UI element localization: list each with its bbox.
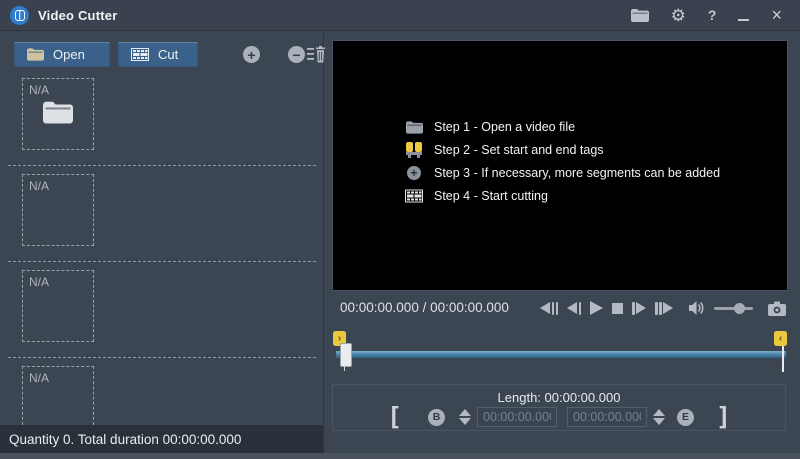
start-time-input[interactable] [477,407,557,427]
segment-label: N/A [29,179,49,193]
add-segment-button[interactable]: + [243,46,260,63]
segment-divider [8,261,316,262]
end-time-input[interactable] [567,407,647,427]
status-bar: Quantity 0. Total duration 00:00:00.000 [0,425,323,453]
segment-label: N/A [29,275,49,289]
settings-gear-icon[interactable]: ⚙ [671,7,686,24]
step-back-keyframe-button[interactable] [540,301,558,315]
volume-slider[interactable] [714,301,753,315]
volume-slider-knob[interactable] [734,303,745,314]
segment-item-4[interactable]: N/A [22,366,94,425]
film-icon [131,48,149,61]
plus-icon: + [247,48,255,62]
step-1: Step 1 - Open a video file [405,119,720,135]
film-icon [405,188,423,204]
folder-icon [405,119,423,135]
segment-divider [8,357,316,358]
step-back-frame-button[interactable] [567,301,581,315]
segment-item-3[interactable]: N/A [22,270,94,342]
begin-badge[interactable]: B [428,409,445,426]
start-time-stepper[interactable] [459,409,471,425]
end-badge-label: E [682,411,689,423]
end-position-line [782,346,784,372]
segment-label: N/A [29,371,49,385]
segment-item-2[interactable]: N/A [22,174,94,246]
step-text: Step 2 - Set start and end tags [434,143,604,157]
segment-label: N/A [29,83,49,97]
playback-time: 00:00:00.000 / 00:00:00.000 [340,300,509,315]
end-tag-marker[interactable]: ‹ [774,331,787,346]
camera-icon [768,301,786,316]
close-bracket: ] [716,407,731,427]
open-button-label: Open [53,47,85,62]
step-3: + Step 3 - If necessary, more segments c… [405,165,720,181]
tags-icon [405,142,423,158]
clear-list-button[interactable] [307,46,325,68]
segment-divider [8,165,316,166]
video-display: Step 1 - Open a video file Step 2 - Set … [332,40,788,291]
step-4: Step 4 - Start cutting [405,188,720,204]
spin-down-icon [459,418,471,425]
folder-icon [43,101,73,129]
spin-down-icon [653,418,665,425]
cut-button[interactable]: Cut [118,42,198,67]
stop-button[interactable] [612,301,623,315]
end-badge[interactable]: E [677,409,694,426]
step-text: Step 4 - Start cutting [434,189,548,203]
step-forward-keyframe-button[interactable] [655,301,673,315]
seek-track[interactable] [336,351,786,358]
start-tag-arrow: › [338,334,341,344]
folder-icon [27,48,44,61]
begin-badge-label: B [433,411,441,423]
step-2: Step 2 - Set start and end tags [405,142,720,158]
remove-segment-button[interactable]: − [288,46,305,63]
title-bar: Video Cutter ⚙ ? × [0,0,800,31]
snapshot-button[interactable] [768,301,786,315]
end-tag-arrow: ‹ [779,334,782,344]
seek-thumb[interactable] [340,343,352,367]
minus-icon: − [292,48,300,62]
volume-icon[interactable] [688,301,705,315]
titlebar-actions: ⚙ ? × [631,6,800,24]
spin-up-icon [459,409,471,416]
instruction-steps: Step 1 - Open a video file Step 2 - Set … [405,119,720,204]
step-forward-frame-button[interactable] [632,301,646,315]
open-button[interactable]: Open [14,42,110,67]
end-time-stepper[interactable] [653,409,665,425]
help-icon[interactable]: ? [708,7,717,23]
open-bracket: [ [387,407,402,427]
cut-range-panel: Length: 00:00:00.000 [ B E ] [332,384,786,431]
cut-button-label: Cut [158,47,178,62]
window-title: Video Cutter [38,8,117,23]
close-button[interactable]: × [771,6,782,24]
clear-list-trash-icon [307,46,325,63]
app-logo-icon [10,6,29,25]
step-text: Step 1 - Open a video file [434,120,575,134]
step-text: Step 3 - If necessary, more segments can… [434,166,720,180]
add-segment-icon: + [405,165,423,181]
seek-thumb-tick [344,365,345,371]
status-text: Quantity 0. Total duration 00:00:00.000 [9,432,241,447]
spin-up-icon [653,409,665,416]
segment-item-1[interactable]: N/A [22,78,94,150]
minimize-button[interactable] [738,10,749,21]
open-file-icon[interactable] [631,9,649,22]
window-bottom-edge [0,453,800,459]
cut-range-row: [ B E ] [333,407,785,427]
play-button[interactable] [590,301,603,315]
transport-controls [540,298,786,318]
